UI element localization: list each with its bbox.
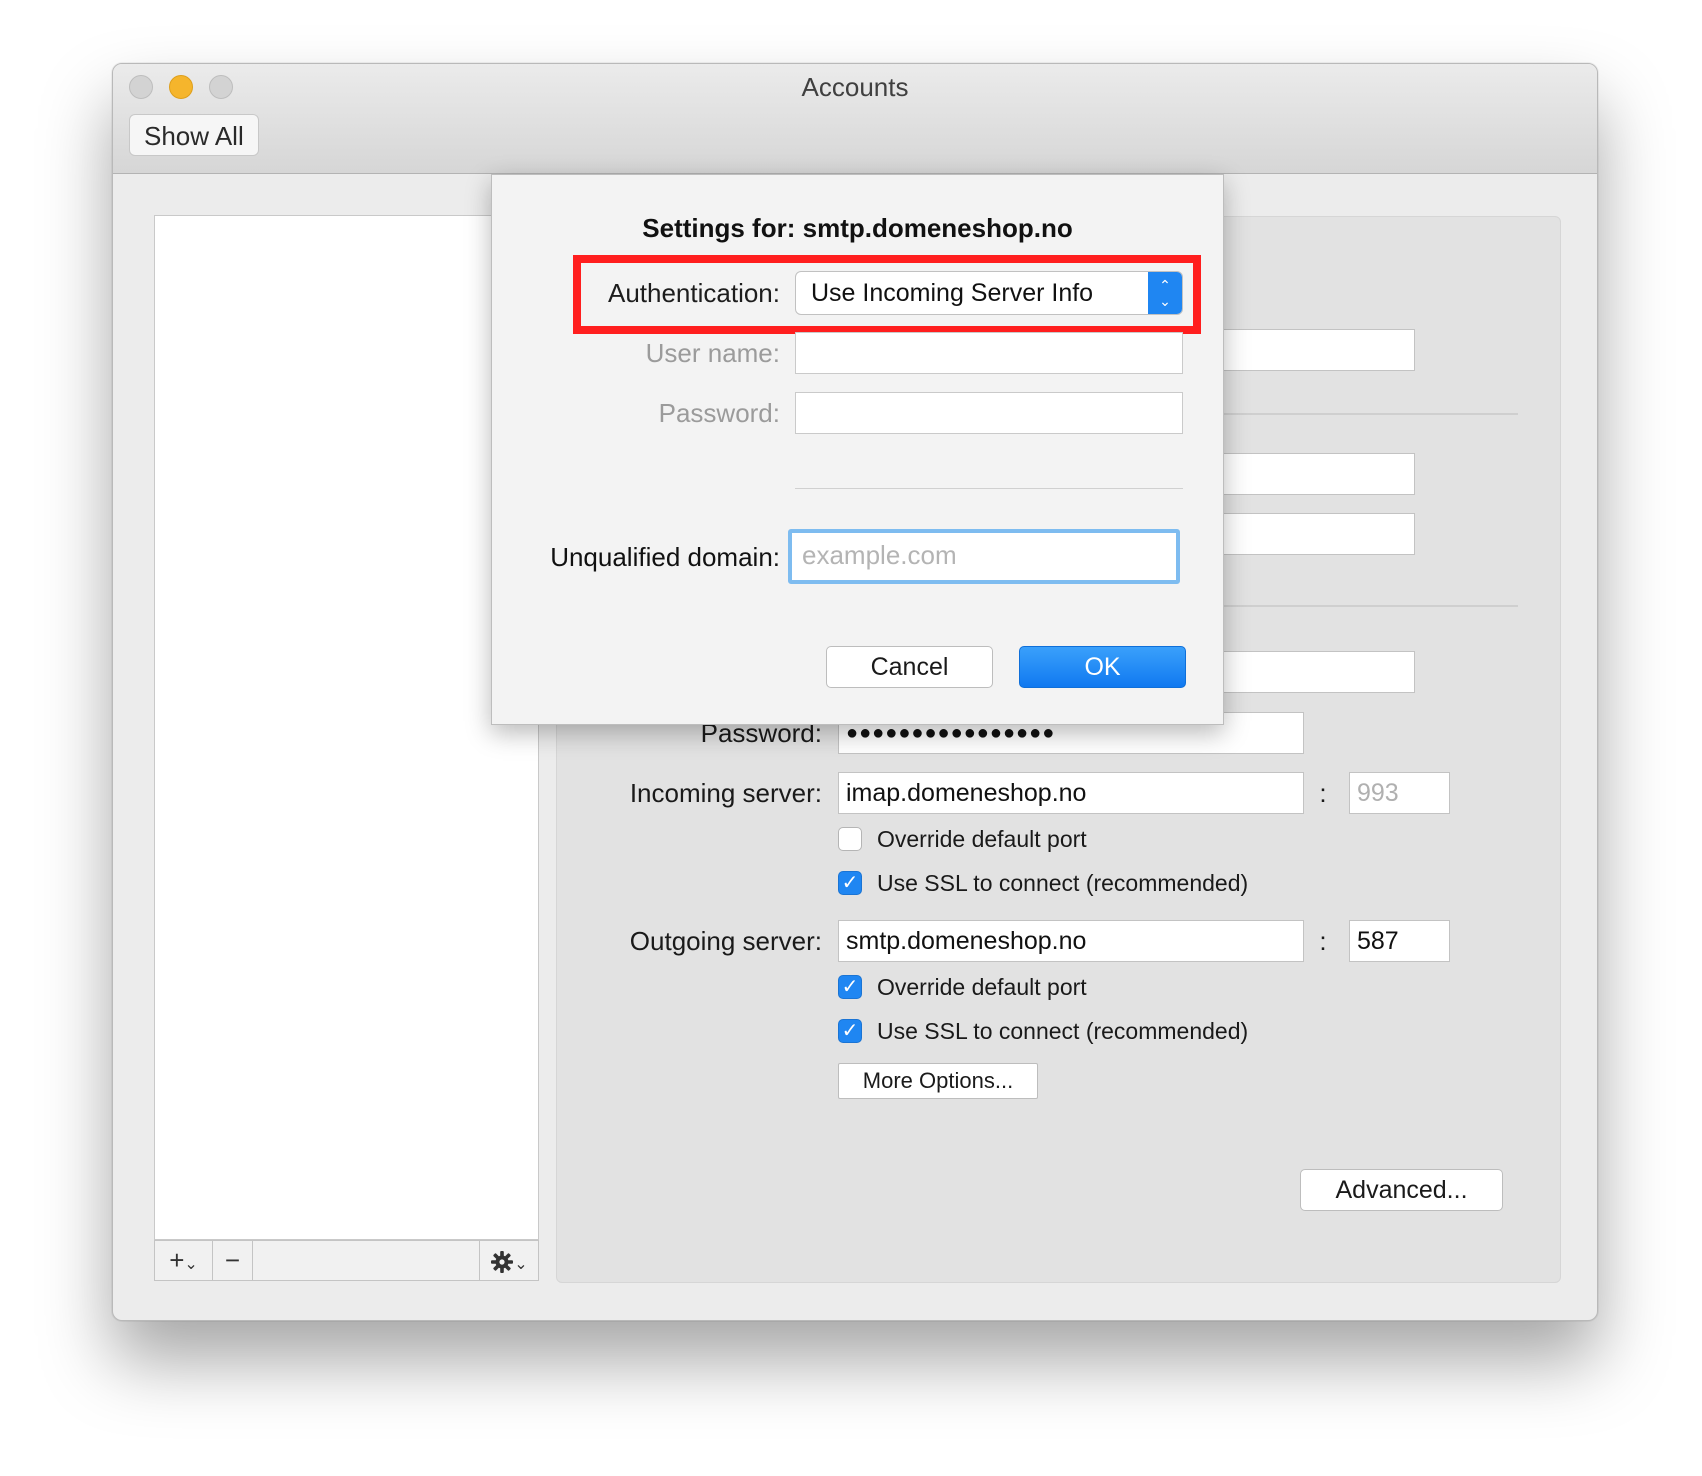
cancel-button[interactable]: Cancel — [826, 646, 993, 688]
authentication-label: Authentication: — [607, 278, 780, 308]
settings-for-label: Settings for: — [642, 213, 796, 243]
outgoing-server-field[interactable]: smtp.domeneshop.no — [838, 920, 1304, 962]
password-label: Password: — [658, 398, 780, 428]
divider — [1197, 605, 1518, 607]
unqualified-domain-label: Unqualified domain: — [550, 542, 780, 572]
outgoing-override-port-label: Override default port — [877, 974, 1087, 1000]
add-account-button[interactable]: +⌄ — [155, 1241, 213, 1280]
incoming-server-label: Incoming server: — [629, 778, 822, 808]
unqualified-domain-input[interactable]: example.com — [788, 529, 1180, 584]
incoming-ssl-checkbox[interactable]: ✓ — [838, 871, 862, 895]
window-title: Accounts — [801, 72, 909, 102]
incoming-override-port-checkbox[interactable] — [838, 827, 862, 851]
title-bar: Accounts Show All — [113, 64, 1597, 174]
plus-icon: + — [169, 1245, 185, 1275]
minus-icon: − — [224, 1245, 241, 1275]
account-field-2[interactable] — [1197, 453, 1415, 495]
ok-button[interactable]: OK — [1019, 646, 1186, 688]
sheet-password-field[interactable] — [795, 392, 1183, 434]
account-field-3[interactable] — [1197, 513, 1415, 555]
chevron-down-icon: ⌄ — [514, 1256, 528, 1273]
chevron-down-icon: ⌄ — [184, 1256, 198, 1273]
account-actions-button[interactable]: ⌄ — [479, 1241, 538, 1280]
user-name-field[interactable] — [1197, 651, 1415, 693]
sheet-title: Settings for: smtp.domeneshop.no — [492, 213, 1223, 244]
port-separator: : — [1319, 926, 1327, 956]
divider — [1197, 413, 1518, 415]
incoming-port-field[interactable]: 993 — [1349, 772, 1450, 814]
authentication-popup[interactable]: Use Incoming Server Info ⌃ ⌄ — [795, 271, 1183, 315]
port-separator: : — [1319, 778, 1327, 808]
incoming-override-port-label: Override default port — [877, 826, 1087, 852]
sheet-divider — [795, 488, 1183, 489]
incoming-ssl-label: Use SSL to connect (recommended) — [877, 870, 1249, 896]
account-list-toolbar: +⌄ − ⌄ — [154, 1240, 539, 1281]
gear-icon — [491, 1251, 514, 1274]
remove-account-button[interactable]: − — [213, 1241, 253, 1280]
settings-for-server: smtp.domeneshop.no — [802, 213, 1073, 243]
account-list[interactable] — [154, 215, 539, 1240]
smtp-settings-sheet: Settings for: smtp.domeneshop.no Authent… — [491, 174, 1224, 725]
account-field-1[interactable] — [1197, 329, 1415, 371]
incoming-server-field[interactable]: imap.domeneshop.no — [838, 772, 1304, 814]
show-all-button[interactable]: Show All — [129, 114, 259, 156]
outgoing-ssl-label: Use SSL to connect (recommended) — [877, 1018, 1249, 1044]
more-options-button[interactable]: More Options... — [838, 1063, 1038, 1099]
outgoing-server-label: Outgoing server: — [629, 926, 822, 956]
outgoing-port-field[interactable]: 587 — [1349, 920, 1450, 962]
outgoing-ssl-checkbox[interactable]: ✓ — [838, 1019, 862, 1043]
user-name-label: User name: — [645, 338, 780, 368]
popup-arrows-icon: ⌃ ⌄ — [1148, 272, 1182, 314]
authentication-value: Use Incoming Server Info — [811, 279, 1094, 307]
outgoing-override-port-checkbox[interactable]: ✓ — [838, 975, 862, 999]
advanced-button[interactable]: Advanced... — [1300, 1169, 1503, 1211]
sheet-user-name-field[interactable] — [795, 332, 1183, 374]
